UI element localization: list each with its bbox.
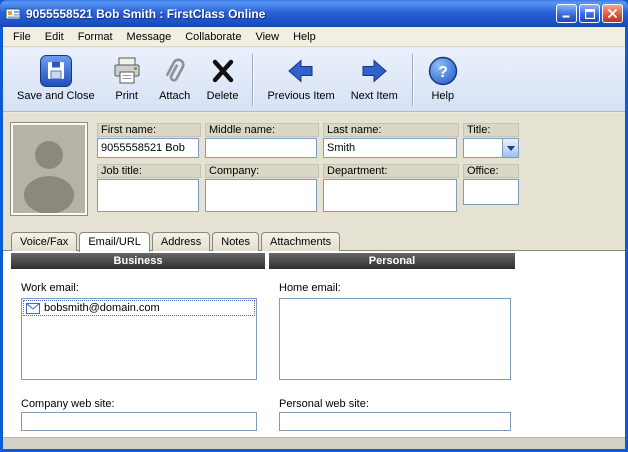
work-email-address: bobsmith@domain.com [44,302,160,314]
work-email-list-item[interactable]: bobsmith@domain.com [23,300,255,316]
toolbar-save-and-close-button[interactable]: Save and Close [9,51,103,107]
toolbar-separator [412,54,413,106]
menubar: File Edit Format Message Collaborate Vie… [3,27,625,47]
window-title: 9055558521 Bob Smith : FirstClass Online [26,7,556,21]
menu-message[interactable]: Message [120,28,179,46]
menu-view[interactable]: View [248,28,286,46]
menu-file[interactable]: File [6,28,38,46]
last-name-input[interactable] [323,138,457,158]
work-email-label: Work email: [21,282,79,294]
company-web-site-label: Company web site: [21,398,115,410]
arrow-left-icon [285,53,317,89]
work-email-listbox[interactable]: bobsmith@domain.com [21,298,257,380]
toolbar-button-label: Print [115,90,138,102]
chevron-down-icon[interactable] [502,139,518,157]
save-and-close-icon [39,53,73,89]
company-input[interactable] [205,179,317,212]
toolbar-button-label: Attach [159,90,190,102]
middle-name-label: Middle name: [205,123,319,137]
personal-web-site-label: Personal web site: [279,398,369,410]
job-title-label: Job title: [97,164,201,178]
department-input[interactable] [323,179,457,212]
email-icon [26,303,40,314]
company-web-site-input[interactable] [21,412,257,431]
tab-attachments[interactable]: Attachments [261,232,340,251]
menu-edit[interactable]: Edit [38,28,71,46]
title-combobox[interactable] [463,138,519,158]
titlebar[interactable]: 9055558521 Bob Smith : FirstClass Online [0,0,628,27]
arrow-right-icon [358,53,390,89]
contact-header-panel: First name: Middle name: Last name: Titl… [3,113,625,230]
personal-section-header: Personal [269,253,515,269]
office-label: Office: [463,164,519,178]
window-bottom-edge [3,437,625,449]
toolbar-separator [252,54,253,106]
company-label: Company: [205,164,319,178]
delete-x-icon [208,53,238,89]
menu-help[interactable]: Help [286,28,323,46]
toolbar: Save and Close Print [3,48,625,112]
toolbar-next-item-button[interactable]: Next Item [343,51,406,107]
toolbar-button-label: Previous Item [267,90,334,102]
minimize-button[interactable] [556,4,577,23]
last-name-label: Last name: [323,123,459,137]
business-section-header: Business [11,253,265,269]
paperclip-icon [159,53,191,89]
email-url-tab-content: Business Personal Work email: bobsmith@d… [3,251,625,437]
printer-icon [111,53,143,89]
maximize-button[interactable] [579,4,600,23]
toolbar-help-button[interactable]: ? Help [419,51,467,107]
toolbar-button-label: Next Item [351,90,398,102]
home-email-label: Home email: [279,282,341,294]
title-combo-input[interactable] [464,139,502,157]
middle-name-input[interactable] [205,138,317,158]
toolbar-previous-item-button[interactable]: Previous Item [259,51,342,107]
job-title-input[interactable] [97,179,199,212]
help-icon: ? [427,53,459,89]
personal-web-site-input[interactable] [279,412,511,431]
svg-text:?: ? [438,64,448,81]
menu-format[interactable]: Format [71,28,120,46]
first-name-label: First name: [97,123,201,137]
tab-email-url[interactable]: Email/URL [79,232,150,252]
toolbar-delete-button[interactable]: Delete [199,51,247,107]
window-icon [5,6,21,22]
toolbar-button-label: Delete [207,90,239,102]
tab-notes[interactable]: Notes [212,232,259,251]
app-window: 9055558521 Bob Smith : FirstClass Online… [0,0,628,452]
client-area: File Edit Format Message Collaborate Vie… [3,27,625,449]
office-input[interactable] [463,179,519,205]
department-label: Department: [323,164,459,178]
close-button[interactable] [602,4,623,23]
tab-address[interactable]: Address [152,232,210,251]
contact-photo-placeholder[interactable] [11,123,87,215]
tab-voice-fax[interactable]: Voice/Fax [11,232,77,251]
menu-collaborate[interactable]: Collaborate [178,28,248,46]
toolbar-attach-button[interactable]: Attach [151,51,199,107]
first-name-input[interactable] [97,138,199,158]
toolbar-button-label: Save and Close [17,90,95,102]
tabbar: Voice/Fax Email/URL Address Notes Attach… [3,230,625,251]
toolbar-print-button[interactable]: Print [103,51,151,107]
title-label: Title: [463,123,519,137]
toolbar-button-label: Help [431,90,454,102]
home-email-listbox[interactable] [279,298,511,380]
